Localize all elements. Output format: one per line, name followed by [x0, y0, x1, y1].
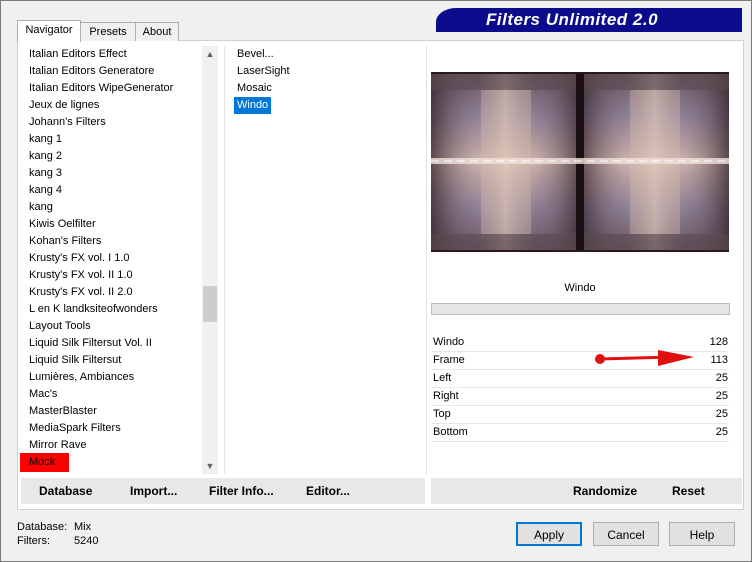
param-label: Frame [433, 354, 465, 366]
filter-item[interactable]: Windo [234, 97, 272, 114]
cancel-button[interactable]: Cancel [593, 522, 659, 546]
param-label: Windo [433, 336, 465, 348]
category-item[interactable]: MediaSpark Filters [29, 420, 121, 437]
right-toolbar: Randomize Reset [431, 478, 742, 504]
category-item[interactable]: Jeux de lignes [29, 97, 99, 114]
database-value: Mix [74, 521, 92, 533]
tab-navigator[interactable]: Navigator [17, 20, 81, 42]
filter-item[interactable]: LaserSight [234, 63, 293, 80]
filter-item[interactable]: Bevel... [234, 46, 277, 63]
tab-about[interactable]: About [135, 22, 179, 41]
filter-item[interactable]: Mosaic [234, 80, 275, 97]
param-row-right[interactable]: Right 25 [431, 388, 729, 406]
scrollbar-thumb[interactable] [203, 286, 217, 322]
category-item[interactable]: kang 2 [29, 148, 62, 165]
left-toolbar: Database Import... Filter Info... Editor… [21, 478, 425, 504]
category-item[interactable]: MasterBlaster [29, 403, 97, 420]
param-label: Right [433, 390, 459, 402]
red-arrow-icon [595, 350, 694, 366]
reset-button[interactable]: Reset [672, 484, 705, 498]
list-divider [224, 46, 225, 474]
app-title: Filters Unlimited 2.0 [486, 10, 659, 29]
category-item[interactable]: Mirror Rave [29, 437, 86, 454]
category-item[interactable]: kang [29, 199, 53, 216]
param-value[interactable]: 128 [710, 336, 728, 348]
category-item[interactable]: Layout Tools [29, 318, 91, 335]
category-scrollbar[interactable]: ▲ ▼ [202, 46, 218, 474]
param-row-bottom[interactable]: Bottom 25 [431, 424, 729, 442]
category-item[interactable]: Kohan's Filters [29, 233, 101, 250]
category-list[interactable]: Italian Editors Effect Italian Editors Ge… [20, 46, 202, 474]
tab-presets[interactable]: Presets [80, 22, 136, 41]
param-row-left[interactable]: Left 25 [431, 370, 729, 388]
filters-count: 5240 [74, 535, 99, 547]
category-item[interactable]: Liquid Silk Filtersut [29, 352, 121, 369]
category-item[interactable]: kang 4 [29, 182, 62, 199]
param-row-top[interactable]: Top 25 [431, 406, 729, 424]
category-item[interactable]: Lumières, Ambiances [29, 369, 134, 386]
param-value[interactable]: 25 [716, 408, 728, 420]
help-button[interactable]: Help [669, 522, 735, 546]
param-label: Top [433, 408, 451, 420]
category-item[interactable]: Italian Editors Generatore [29, 63, 154, 80]
progress-bar [431, 303, 730, 315]
param-value[interactable]: 25 [716, 426, 728, 438]
param-label: Left [433, 372, 452, 384]
apply-button[interactable]: Apply [516, 522, 582, 546]
filters-label: Filters: [17, 535, 50, 547]
category-item[interactable]: kang 1 [29, 131, 62, 148]
filter-preview-image [431, 72, 729, 252]
category-item[interactable]: Mac's [29, 386, 57, 403]
filter-info-button[interactable]: Filter Info... [209, 484, 274, 498]
filters-status: Filters: 5240 [17, 535, 98, 547]
category-item[interactable]: Krusty's FX vol. II 2.0 [29, 284, 133, 301]
category-item[interactable]: Johann's Filters [29, 114, 106, 131]
category-item[interactable]: Krusty's FX vol. I 1.0 [29, 250, 130, 267]
param-value[interactable]: 25 [716, 372, 728, 384]
param-value[interactable]: 25 [716, 390, 728, 402]
param-value[interactable]: 113 [710, 354, 728, 366]
category-item[interactable]: Italian Editors Effect [29, 46, 127, 63]
randomize-button[interactable]: Randomize [573, 484, 637, 498]
app-title-banner: Filters Unlimited 2.0 [436, 8, 742, 32]
category-item[interactable]: Italian Editors WipeGenerator [29, 80, 173, 97]
category-item[interactable]: Krusty's FX vol. II 1.0 [29, 267, 133, 284]
database-label: Database: [17, 521, 68, 533]
category-item[interactable]: L en K landksiteofwonders [29, 301, 158, 318]
category-item[interactable]: Kiwis Oelfilter [29, 216, 96, 233]
category-item[interactable]: Mock [29, 454, 55, 471]
current-filter-name: Windo [564, 282, 596, 294]
database-status: Database: Mix [17, 521, 91, 533]
category-item[interactable]: Liquid Silk Filtersut Vol. II [29, 335, 152, 352]
database-button[interactable]: Database [39, 484, 92, 498]
import-button[interactable]: Import... [130, 484, 177, 498]
chevron-up-icon[interactable]: ▲ [202, 46, 218, 62]
chevron-down-icon[interactable]: ▼ [202, 458, 218, 474]
category-item[interactable]: kang 3 [29, 165, 62, 182]
param-label: Bottom [433, 426, 468, 438]
editor-button[interactable]: Editor... [306, 484, 350, 498]
panel-divider [426, 46, 427, 474]
